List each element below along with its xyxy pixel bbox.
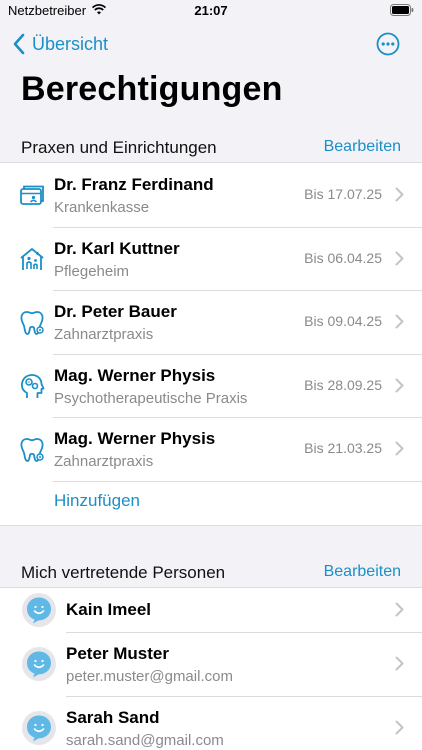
tooth-icon <box>20 438 44 462</box>
practices-list: Dr. Franz Ferdinand Krankenkasse Bis 17.… <box>0 162 422 526</box>
status-bar: Netzbetreiber 21:07 <box>0 0 422 22</box>
practices-edit-button[interactable]: Bearbeiten <box>324 138 401 156</box>
chevron-left-icon <box>13 33 25 55</box>
practice-type: Psychotherapeutische Praxis <box>54 389 248 407</box>
practice-name: Dr. Peter Bauer <box>54 302 177 321</box>
person-email: sarah.sand@gmail.com <box>66 732 224 749</box>
person-email: peter.muster@gmail.com <box>66 668 233 685</box>
navigation-bar: Übersicht <box>0 28 422 60</box>
practice-type: Krankenkasse <box>54 199 150 216</box>
practice-valid-until: Bis 28.09.25 <box>304 376 382 393</box>
practices-section-header: Praxen und Einrichtungen Bearbeiten <box>0 136 422 160</box>
practice-type: Zahnarztpraxis <box>54 453 154 470</box>
battery-icon <box>390 4 414 16</box>
chevron-right-icon <box>395 378 404 392</box>
representatives-edit-button[interactable]: Bearbeiten <box>324 563 401 581</box>
representatives-list: Kain Imeel Peter Muster peter.muster@gma… <box>0 587 422 750</box>
insurance-card-icon <box>20 185 44 205</box>
avatar <box>22 593 56 627</box>
head-gears-icon <box>21 373 45 398</box>
back-button-label: Übersicht <box>32 33 109 54</box>
list-item[interactable]: Kain Imeel <box>0 588 422 632</box>
more-options-icon[interactable] <box>376 32 400 56</box>
list-item[interactable]: Mag. Werner Physis Zahnarztpraxis Bis 21… <box>0 417 422 481</box>
representatives-section-title: Mich vertretende Personen <box>21 563 226 582</box>
list-item[interactable]: Dr. Peter Bauer Zahnarztpraxis Bis 09.04… <box>0 290 422 354</box>
representatives-section-header: Mich vertretende Personen Bearbeiten <box>0 561 422 585</box>
chevron-right-icon <box>395 720 404 735</box>
practice-valid-until: Bis 09.04.25 <box>304 313 382 329</box>
chevron-right-icon <box>395 441 404 456</box>
practice-valid-until: Bis 21.03.25 <box>304 440 382 456</box>
list-item[interactable]: Peter Muster peter.muster@gmail.com <box>0 632 422 696</box>
add-practice-row: Hinzufügen <box>0 480 422 525</box>
chevron-right-icon <box>395 602 404 617</box>
practice-name: Dr. Karl Kuttner <box>54 238 180 258</box>
page-title: Berechtigungen <box>21 70 283 108</box>
clock: 21:07 <box>194 3 228 18</box>
person-name: Peter Muster <box>66 644 169 663</box>
practice-valid-until: Bis 17.07.25 <box>304 186 382 202</box>
care-home-icon <box>20 247 44 270</box>
chevron-right-icon <box>395 314 404 329</box>
list-item[interactable]: Mag. Werner Physis Psychotherapeutische … <box>0 353 422 418</box>
chevron-right-icon <box>395 656 404 671</box>
practice-valid-until: Bis 06.04.25 <box>304 249 382 266</box>
list-item[interactable]: Sarah Sand sarah.sand@gmail.com <box>0 696 422 750</box>
list-item[interactable]: Dr. Karl Kuttner Pflegeheim Bis 06.04.25 <box>0 226 422 291</box>
tooth-icon <box>20 311 44 335</box>
avatar <box>22 711 56 745</box>
person-name: Kain Imeel <box>66 600 152 619</box>
chevron-right-icon <box>395 187 404 202</box>
list-item[interactable]: Dr. Franz Ferdinand Krankenkasse Bis 17.… <box>0 163 422 227</box>
practice-name: Dr. Franz Ferdinand <box>54 175 214 194</box>
avatar <box>22 647 56 681</box>
practices-section-title: Praxen und Einrichtungen <box>21 138 217 157</box>
practice-name: Mag. Werner Physis <box>54 365 216 385</box>
back-button[interactable]: Übersicht <box>12 31 108 57</box>
practice-type: Pflegeheim <box>54 262 130 280</box>
add-practice-button[interactable]: Hinzufügen <box>54 491 140 511</box>
chevron-right-icon <box>395 251 404 265</box>
practice-name: Mag. Werner Physis <box>54 429 216 448</box>
person-name: Sarah Sand <box>66 708 160 727</box>
practice-type: Zahnarztpraxis <box>54 326 154 343</box>
